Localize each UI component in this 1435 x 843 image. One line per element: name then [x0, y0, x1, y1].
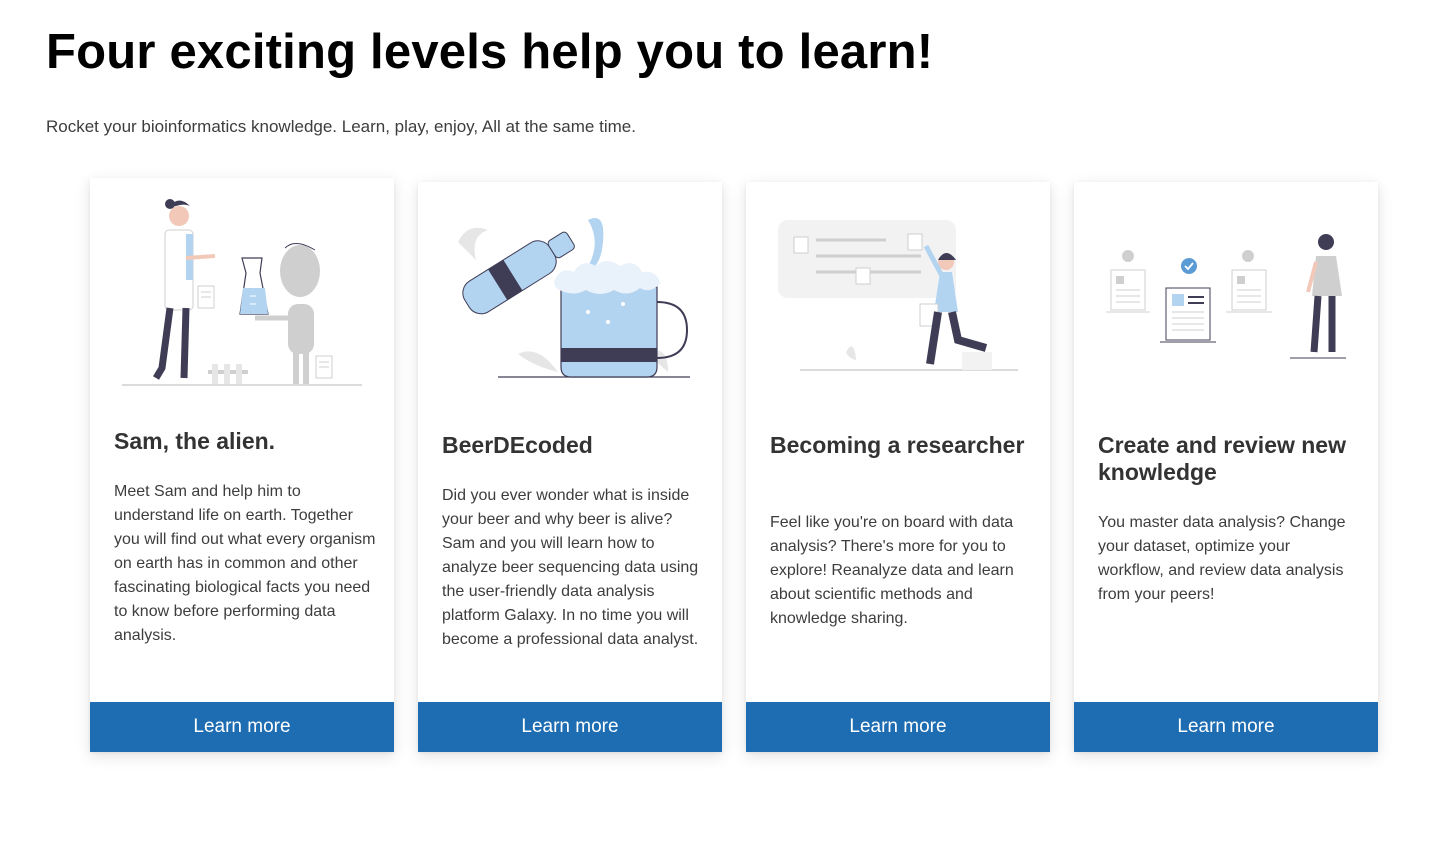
card-description: Feel like you're on board with data anal… [770, 514, 1014, 627]
learn-more-button[interactable]: Learn more [746, 702, 1050, 752]
card-description: Did you ever wonder what is inside your … [442, 487, 699, 648]
learn-more-button[interactable]: Learn more [418, 702, 722, 752]
level-card-sam-the-alien: Sam, the alien. Meet Sam and help him to… [90, 178, 394, 752]
beer-bottle-and-mug-illustration [458, 218, 690, 378]
card-title: Create and review new knowledge [1098, 432, 1346, 485]
level-card-becoming-a-researcher: Becoming a researcher Feel like you're o… [746, 182, 1050, 752]
card-title: Becoming a researcher [770, 432, 1025, 458]
learn-more-button[interactable]: Learn more [90, 702, 394, 752]
learn-more-button[interactable]: Learn more [1074, 702, 1378, 752]
card-title: Sam, the alien. [114, 428, 276, 454]
document-review-illustration [1106, 234, 1346, 359]
card-title: BeerDEcoded [442, 432, 593, 458]
card-description: You master data analysis? Change your da… [1098, 514, 1346, 603]
card-description: Meet Sam and help him to understand life… [114, 483, 376, 644]
researcher-with-board-illustration [778, 220, 1018, 371]
page-subtitle: Rocket your bioinformatics knowledge. Le… [46, 117, 636, 136]
scientist-and-alien-illustration [122, 199, 362, 386]
level-card-beerdecoded: BeerDEcoded Did you ever wonder what is … [418, 182, 722, 752]
level-card-create-and-review: Create and review new knowledge You mast… [1074, 182, 1378, 752]
page-title: Four exciting levels help you to learn! [46, 25, 934, 79]
